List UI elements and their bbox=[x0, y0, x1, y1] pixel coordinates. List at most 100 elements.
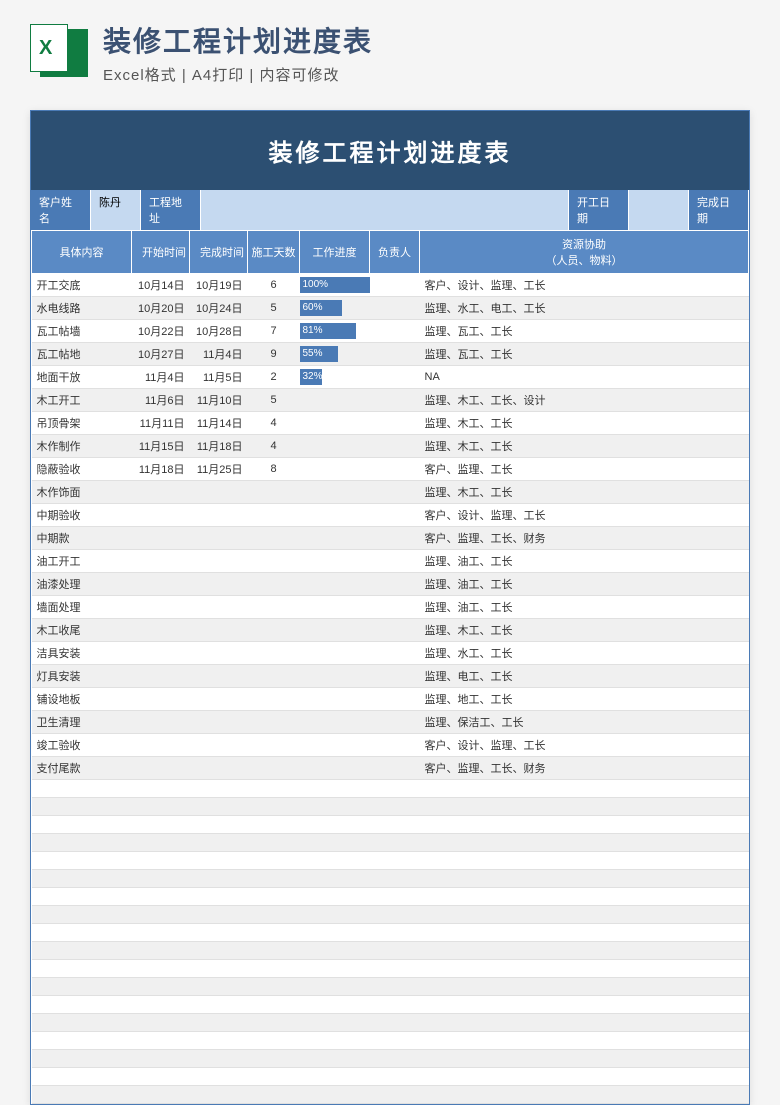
cell-days[interactable] bbox=[248, 596, 300, 619]
table-row-empty[interactable] bbox=[32, 834, 749, 852]
table-row[interactable]: 木工开工 11月6日 11月10日 5 监理、木工、工长、设计 bbox=[32, 389, 749, 412]
cell-start[interactable]: 11月18日 bbox=[132, 458, 190, 481]
cell-progress[interactable] bbox=[300, 412, 370, 435]
cell-resource[interactable]: 监理、水工、电工、工长 bbox=[420, 297, 749, 320]
cell-end[interactable]: 11月10日 bbox=[190, 389, 248, 412]
table-row-empty[interactable] bbox=[32, 978, 749, 996]
cell-content[interactable]: 瓦工帖墙 bbox=[32, 320, 132, 343]
cell-content[interactable]: 水电线路 bbox=[32, 297, 132, 320]
cell-owner[interactable] bbox=[370, 412, 420, 435]
cell-start[interactable]: 11月4日 bbox=[132, 366, 190, 389]
cell-content[interactable]: 中期款 bbox=[32, 527, 132, 550]
cell-start[interactable] bbox=[132, 642, 190, 665]
cell-days[interactable] bbox=[248, 642, 300, 665]
cell-resource[interactable]: 监理、木工、工长 bbox=[420, 481, 749, 504]
cell-end[interactable] bbox=[190, 642, 248, 665]
cell-progress[interactable]: 55% bbox=[300, 343, 370, 366]
cell-progress[interactable] bbox=[300, 711, 370, 734]
cell-progress[interactable] bbox=[300, 665, 370, 688]
cell-days[interactable]: 2 bbox=[248, 366, 300, 389]
cell-resource[interactable]: 客户、监理、工长 bbox=[420, 458, 749, 481]
cell-days[interactable] bbox=[248, 688, 300, 711]
cell-content[interactable]: 油工开工 bbox=[32, 550, 132, 573]
table-row[interactable]: 卫生清理 监理、保洁工、工长 bbox=[32, 711, 749, 734]
table-row-empty[interactable] bbox=[32, 996, 749, 1014]
table-row[interactable]: 铺设地板 监理、地工、工长 bbox=[32, 688, 749, 711]
cell-start[interactable]: 11月6日 bbox=[132, 389, 190, 412]
cell-days[interactable]: 7 bbox=[248, 320, 300, 343]
cell-owner[interactable] bbox=[370, 297, 420, 320]
cell-start[interactable] bbox=[132, 619, 190, 642]
table-row[interactable]: 开工交底 10月14日 10月19日 6 100% 客户、设计、监理、工长 bbox=[32, 274, 749, 297]
cell-end[interactable]: 10月19日 bbox=[190, 274, 248, 297]
cell-start[interactable]: 10月27日 bbox=[132, 343, 190, 366]
cell-owner[interactable] bbox=[370, 573, 420, 596]
cell-content[interactable]: 隐蔽验收 bbox=[32, 458, 132, 481]
cell-start[interactable] bbox=[132, 757, 190, 780]
cell-progress[interactable] bbox=[300, 688, 370, 711]
cell-content[interactable]: 墙面处理 bbox=[32, 596, 132, 619]
cell-content[interactable]: 开工交底 bbox=[32, 274, 132, 297]
cell-resource[interactable]: 监理、瓦工、工长 bbox=[420, 320, 749, 343]
cell-content[interactable]: 中期验收 bbox=[32, 504, 132, 527]
table-row[interactable]: 木作制作 11月15日 11月18日 4 监理、木工、工长 bbox=[32, 435, 749, 458]
table-row-empty[interactable] bbox=[32, 1068, 749, 1086]
cell-content[interactable]: 洁具安装 bbox=[32, 642, 132, 665]
cell-progress[interactable] bbox=[300, 389, 370, 412]
cell-content[interactable]: 地面干放 bbox=[32, 366, 132, 389]
table-row[interactable]: 灯具安装 监理、电工、工长 bbox=[32, 665, 749, 688]
table-row[interactable]: 油漆处理 监理、油工、工长 bbox=[32, 573, 749, 596]
cell-end[interactable]: 11月14日 bbox=[190, 412, 248, 435]
cell-resource[interactable]: NA bbox=[420, 366, 749, 389]
cell-content[interactable]: 吊顶骨架 bbox=[32, 412, 132, 435]
table-row[interactable]: 支付尾款 客户、监理、工长、财务 bbox=[32, 757, 749, 780]
table-row[interactable]: 瓦工帖墙 10月22日 10月28日 7 81% 监理、瓦工、工长 bbox=[32, 320, 749, 343]
table-row[interactable]: 水电线路 10月20日 10月24日 5 60% 监理、水工、电工、工长 bbox=[32, 297, 749, 320]
cell-content[interactable]: 支付尾款 bbox=[32, 757, 132, 780]
table-row-empty[interactable] bbox=[32, 906, 749, 924]
cell-owner[interactable] bbox=[370, 527, 420, 550]
cell-end[interactable] bbox=[190, 573, 248, 596]
cell-content[interactable]: 瓦工帖地 bbox=[32, 343, 132, 366]
cell-owner[interactable] bbox=[370, 435, 420, 458]
cell-start[interactable] bbox=[132, 596, 190, 619]
cell-end[interactable]: 10月24日 bbox=[190, 297, 248, 320]
cell-days[interactable] bbox=[248, 527, 300, 550]
cell-content[interactable]: 木作制作 bbox=[32, 435, 132, 458]
cell-days[interactable] bbox=[248, 757, 300, 780]
cell-end[interactable] bbox=[190, 504, 248, 527]
cell-progress[interactable]: 81% bbox=[300, 320, 370, 343]
table-row-empty[interactable] bbox=[32, 942, 749, 960]
start-date-value[interactable] bbox=[629, 190, 689, 230]
table-row[interactable]: 中期验收 客户、设计、监理、工长 bbox=[32, 504, 749, 527]
cell-owner[interactable] bbox=[370, 389, 420, 412]
table-row[interactable]: 地面干放 11月4日 11月5日 2 32% NA bbox=[32, 366, 749, 389]
cell-progress[interactable] bbox=[300, 642, 370, 665]
cell-resource[interactable]: 监理、油工、工长 bbox=[420, 596, 749, 619]
cell-content[interactable]: 油漆处理 bbox=[32, 573, 132, 596]
cell-days[interactable]: 4 bbox=[248, 412, 300, 435]
cell-days[interactable] bbox=[248, 550, 300, 573]
cell-end[interactable] bbox=[190, 550, 248, 573]
cell-progress[interactable] bbox=[300, 619, 370, 642]
cell-resource[interactable]: 客户、监理、工长、财务 bbox=[420, 757, 749, 780]
table-row[interactable]: 油工开工 监理、油工、工长 bbox=[32, 550, 749, 573]
cell-owner[interactable] bbox=[370, 481, 420, 504]
cell-start[interactable] bbox=[132, 688, 190, 711]
table-row[interactable]: 竣工验收 客户、设计、监理、工长 bbox=[32, 734, 749, 757]
cell-owner[interactable] bbox=[370, 665, 420, 688]
cell-content[interactable]: 铺设地板 bbox=[32, 688, 132, 711]
cell-resource[interactable]: 监理、木工、工长、设计 bbox=[420, 389, 749, 412]
cell-progress[interactable] bbox=[300, 527, 370, 550]
cell-end[interactable] bbox=[190, 619, 248, 642]
cell-days[interactable]: 8 bbox=[248, 458, 300, 481]
cell-days[interactable]: 5 bbox=[248, 297, 300, 320]
cell-end[interactable]: 11月25日 bbox=[190, 458, 248, 481]
cell-content[interactable]: 木作饰面 bbox=[32, 481, 132, 504]
cell-resource[interactable]: 监理、电工、工长 bbox=[420, 665, 749, 688]
cell-days[interactable] bbox=[248, 573, 300, 596]
cell-owner[interactable] bbox=[370, 320, 420, 343]
cell-days[interactable]: 9 bbox=[248, 343, 300, 366]
table-row[interactable]: 吊顶骨架 11月11日 11月14日 4 监理、木工、工长 bbox=[32, 412, 749, 435]
cell-content[interactable]: 卫生清理 bbox=[32, 711, 132, 734]
